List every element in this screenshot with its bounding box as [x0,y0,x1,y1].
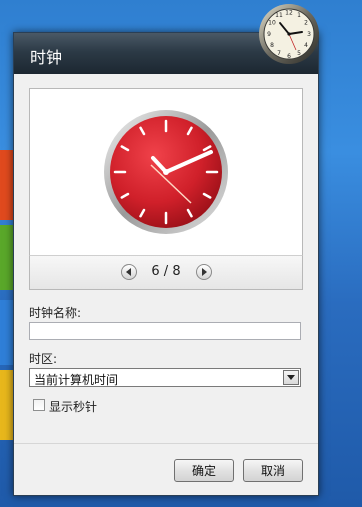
svg-text:6: 6 [287,53,291,60]
desktop-wallpaper-blue [0,300,14,365]
dropdown-arrow-icon [287,374,295,380]
svg-text:10: 10 [268,20,276,27]
svg-text:1: 1 [297,12,301,19]
clock-gadget-icon[interactable]: 12 1 2 3 4 5 6 7 8 9 10 11 [258,3,320,65]
svg-text:9: 9 [267,31,271,38]
clock-settings-dialog: 时钟 6 / 8 时钟名称: 时区: 当前计算机时间 显示秒针 确定 取消 [13,32,319,496]
clock-name-label: 时钟名称: [29,306,82,320]
desktop-wallpaper-red [0,150,14,220]
show-seconds-label[interactable]: 显示秒针 [49,398,97,415]
timezone-value: 当前计算机时间 [34,373,119,387]
next-clock-button[interactable] [196,264,212,280]
timezone-select[interactable]: 当前计算机时间 [29,368,301,387]
timezone-label: 时区: [29,352,58,366]
clock-pager: 6 / 8 [29,255,303,290]
dialog-title: 时钟 [30,48,63,67]
clock-name-input[interactable] [29,322,301,340]
svg-text:5: 5 [297,50,301,57]
svg-text:8: 8 [270,42,274,49]
desktop-wallpaper-yellow [0,370,14,440]
svg-text:2: 2 [304,20,308,27]
show-seconds-checkbox[interactable] [33,399,45,411]
next-arrow-icon [202,268,207,276]
pager-counter: 6 / 8 [151,264,181,279]
svg-text:11: 11 [275,12,283,19]
ok-button[interactable]: 确定 [174,459,234,482]
svg-text:4: 4 [304,42,308,49]
red-clock-face-icon [104,110,228,234]
svg-text:12: 12 [285,10,293,17]
svg-text:7: 7 [277,50,281,57]
desktop-wallpaper-green [0,225,14,290]
footer-divider [14,443,318,444]
cancel-button[interactable]: 取消 [243,459,303,482]
timezone-dropdown-button[interactable] [283,370,299,385]
svg-text:3: 3 [307,31,311,38]
